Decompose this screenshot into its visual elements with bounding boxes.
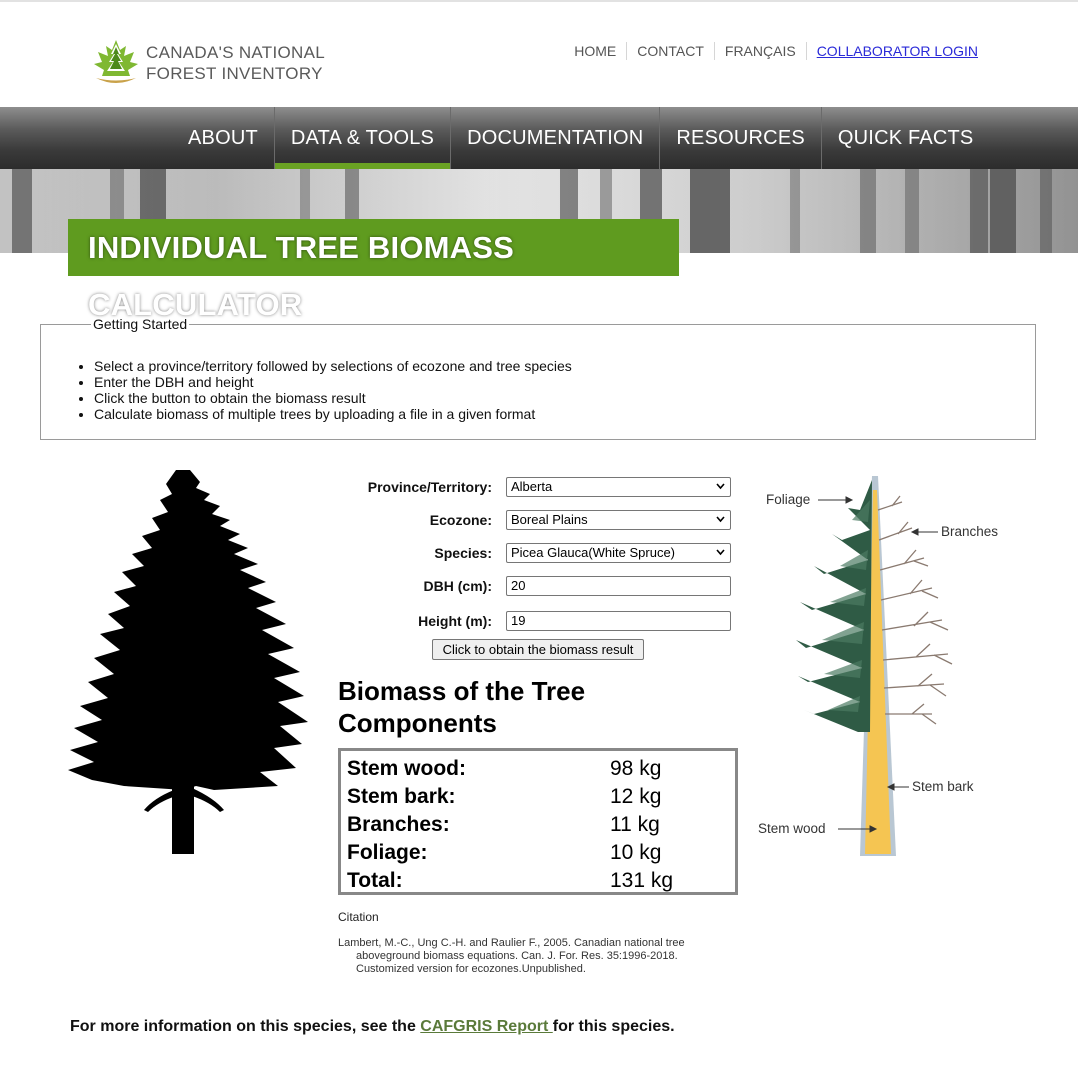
main-nav: ABOUT DATA & TOOLS DOCUMENTATION RESOURC… xyxy=(0,107,1078,169)
nav-data-tools[interactable]: DATA & TOOLS xyxy=(274,107,452,169)
table-row: Total: 131 kg xyxy=(347,867,729,895)
list-item: Enter the DBH and height xyxy=(94,374,997,390)
results-table: Stem wood: 98 kg Stem bark: 12 kg Branch… xyxy=(338,748,738,895)
logo-line-1: CANADA'S NATIONAL xyxy=(146,43,326,62)
branches-label: Branches: xyxy=(347,813,450,836)
dbh-label: DBH (cm): xyxy=(423,578,492,594)
ecozone-selected-value: Boreal Plains xyxy=(511,512,588,527)
species-info-line: For more information on this species, se… xyxy=(70,1018,675,1036)
branches-label: Branches xyxy=(941,524,998,539)
species-select[interactable]: Picea Glauca(White Spruce) xyxy=(506,543,731,563)
total-label: Total: xyxy=(347,869,403,892)
collaborator-login-link[interactable]: COLLABORATOR LOGIN xyxy=(805,42,988,60)
list-item: Click the button to obtain the biomass r… xyxy=(94,390,997,406)
getting-started-panel: Getting Started Select a province/territ… xyxy=(40,316,1036,440)
province-select[interactable]: Alberta xyxy=(506,477,731,497)
stem-bark-label: Stem bark xyxy=(912,779,974,794)
getting-started-legend: Getting Started xyxy=(93,316,188,332)
calculate-biomass-button[interactable]: Click to obtain the biomass result xyxy=(432,639,644,660)
results-title: Biomass of the Tree Components xyxy=(338,676,586,738)
stem-bark-value: 12 kg xyxy=(610,785,662,808)
dbh-row: DBH (cm): 20 xyxy=(340,576,740,598)
cafgris-report-link[interactable]: CAFGRIS Report xyxy=(420,1018,552,1035)
foliage-label: Foliage xyxy=(766,492,810,507)
contact-link[interactable]: CONTACT xyxy=(626,42,714,60)
francais-link[interactable]: FRANÇAIS xyxy=(713,42,806,60)
top-border xyxy=(0,0,1078,2)
getting-started-list: Select a province/territory followed by … xyxy=(79,358,997,422)
province-selected-value: Alberta xyxy=(511,479,553,494)
ecozone-label: Ecozone: xyxy=(429,512,492,528)
nav-resources[interactable]: RESOURCES xyxy=(660,107,822,169)
height-label: Height (m): xyxy=(418,613,492,629)
utility-nav: HOME CONTACT FRANÇAIS COLLABORATOR LOGIN xyxy=(564,42,988,60)
branches-value: 11 kg xyxy=(610,813,660,836)
height-row: Height (m): 19 xyxy=(340,611,740,633)
chevron-down-icon xyxy=(716,549,725,556)
logo-line-2: FOREST INVENTORY xyxy=(146,64,323,83)
stem-wood-value: 98 kg xyxy=(610,757,662,780)
height-input[interactable]: 19 xyxy=(506,611,731,631)
table-row: Stem wood: 98 kg xyxy=(347,755,729,783)
stem-bark-label: Stem bark: xyxy=(347,785,456,808)
spruce-silhouette-image xyxy=(68,470,308,854)
citation-heading: Citation xyxy=(338,910,379,924)
province-row: Province/Territory: Alberta xyxy=(340,477,740,499)
dbh-input[interactable]: 20 xyxy=(506,576,731,596)
footer-suffix: for this species. xyxy=(552,1018,675,1035)
nav-about[interactable]: ABOUT xyxy=(172,107,275,169)
maple-tree-logo-icon xyxy=(94,40,138,83)
chevron-down-icon xyxy=(716,516,725,523)
ecozone-row: Ecozone: Boreal Plains xyxy=(340,510,740,532)
citation-text: Lambert, M.-C., Ung C.-H. and Raulier F.… xyxy=(338,937,685,975)
ecozone-select[interactable]: Boreal Plains xyxy=(506,510,731,530)
stem-wood-label: Stem wood xyxy=(758,821,826,836)
species-selected-value: Picea Glauca(White Spruce) xyxy=(511,545,676,560)
home-link[interactable]: HOME xyxy=(564,42,626,60)
species-label: Species: xyxy=(434,545,492,561)
tree-components-diagram: Foliage Branches Stem bark Stem wood xyxy=(758,476,998,856)
chevron-down-icon xyxy=(716,483,725,490)
site-logo[interactable]: CANADA'S NATIONAL FOREST INVENTORY xyxy=(90,38,340,86)
province-label: Province/Territory: xyxy=(367,479,492,495)
stem-wood-label: Stem wood: xyxy=(347,757,466,780)
total-value: 131 kg xyxy=(610,869,674,892)
species-row: Species: Picea Glauca(White Spruce) xyxy=(340,543,740,565)
table-row: Stem bark: 12 kg xyxy=(347,783,729,811)
foliage-value: 10 kg xyxy=(610,841,662,864)
foliage-label: Foliage: xyxy=(347,841,428,864)
nav-quick-facts[interactable]: QUICK FACTS xyxy=(822,107,990,169)
list-item: Select a province/territory followed by … xyxy=(94,358,997,374)
list-item: Calculate biomass of multiple trees by u… xyxy=(94,406,997,422)
page-title: INDIVIDUAL TREE BIOMASS CALCULATOR xyxy=(68,219,679,322)
footer-prefix: For more information on this species, se… xyxy=(70,1018,421,1035)
nav-documentation[interactable]: DOCUMENTATION xyxy=(451,107,661,169)
table-row: Branches: 11 kg xyxy=(347,811,729,839)
table-row: Foliage: 10 kg xyxy=(347,839,729,867)
